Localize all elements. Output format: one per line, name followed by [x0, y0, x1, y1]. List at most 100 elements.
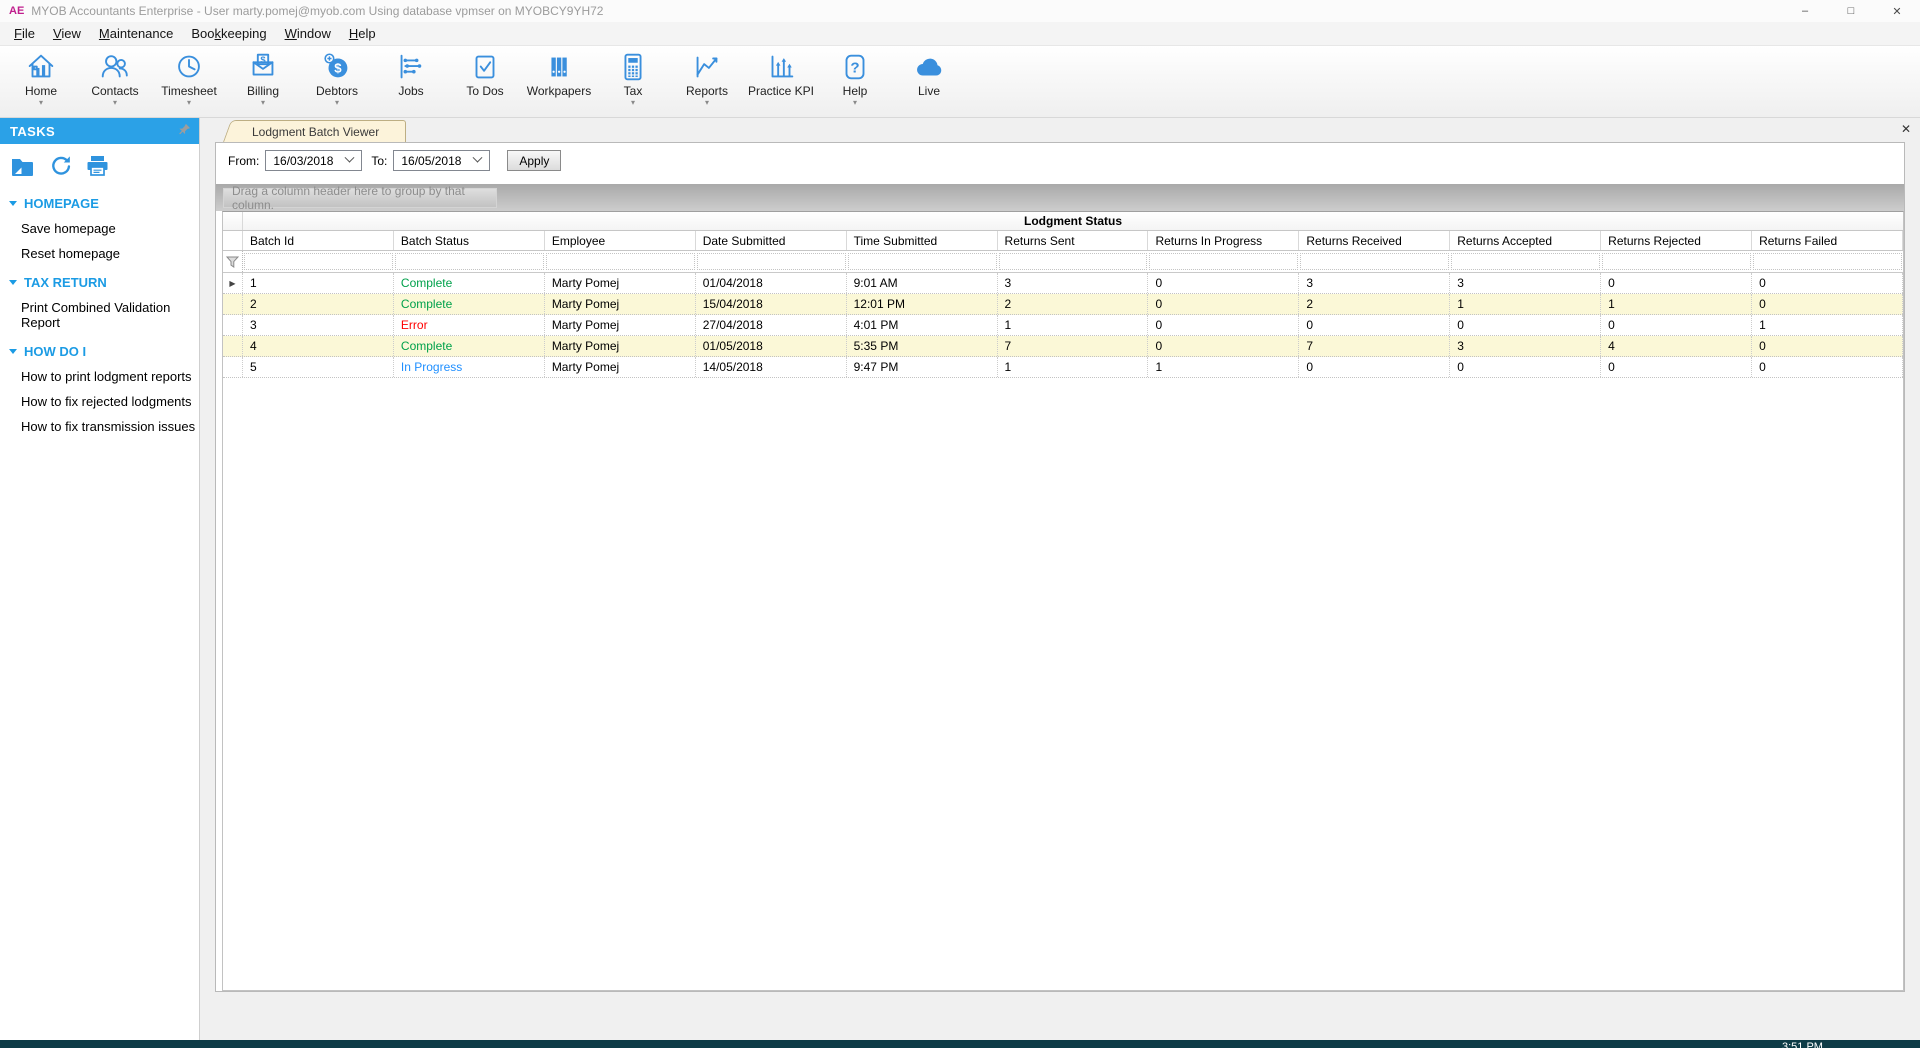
column-header-batch-id[interactable]: Batch Id [243, 231, 394, 250]
filter-cell[interactable] [1300, 253, 1449, 270]
sidebar-section-tax-return[interactable]: TAX RETURN [0, 267, 199, 296]
menu-view[interactable]: View [44, 23, 90, 44]
windows-taskbar[interactable]: 3:51 PM [0, 1040, 1920, 1048]
cell-batch-status: Complete [394, 336, 545, 356]
open-folder-icon[interactable] [10, 154, 35, 182]
sidebar-item-save-homepage[interactable]: Save homepage [0, 217, 199, 242]
toolbar-todos[interactable]: To Dos ▾ [448, 46, 522, 117]
column-header-returns-rejected[interactable]: Returns Rejected [1601, 231, 1752, 250]
refresh-icon[interactable] [48, 154, 72, 182]
clock-text: 3:51 PM [1782, 1041, 1823, 1048]
menu-window[interactable]: Window [276, 23, 340, 44]
section-title: TAX RETURN [24, 275, 107, 290]
column-header-returns-sent[interactable]: Returns Sent [998, 231, 1149, 250]
to-date-dropdown[interactable]: 16/05/2018 [393, 150, 490, 171]
toolbar-live[interactable]: Live ▾ [892, 46, 966, 117]
filter-cell[interactable] [546, 253, 695, 270]
column-header-returns-failed[interactable]: Returns Failed [1752, 231, 1903, 250]
table-row[interactable]: 2 Complete Marty Pomej 15/04/2018 12:01 … [223, 294, 1903, 315]
toolbar-help[interactable]: ? Help ▾ [818, 46, 892, 117]
filter-funnel-icon[interactable] [226, 256, 239, 268]
cell-date-submitted: 01/04/2018 [696, 273, 847, 293]
toolbar-workpapers[interactable]: Workpapers ▾ [522, 46, 596, 117]
menu-bookkeeping[interactable]: Bookkeeping [182, 23, 275, 44]
svg-text:?: ? [850, 60, 859, 77]
column-header-time-submitted[interactable]: Time Submitted [847, 231, 998, 250]
cell-returns-failed: 0 [1752, 273, 1903, 293]
table-row[interactable]: 3 Error Marty Pomej 27/04/2018 4:01 PM 1… [223, 315, 1903, 336]
filter-cell[interactable] [1753, 253, 1902, 270]
cell-employee: Marty Pomej [545, 357, 696, 377]
cell-returns-received: 3 [1299, 273, 1450, 293]
toolbar-billing[interactable]: $ Billing ▾ [226, 46, 300, 117]
filter-cell[interactable] [848, 253, 997, 270]
filter-cell[interactable] [395, 253, 544, 270]
column-header-batch-status[interactable]: Batch Status [394, 231, 545, 250]
help-question-icon: ? [838, 50, 872, 84]
cell-batch-id: 1 [243, 273, 394, 293]
from-date-dropdown[interactable]: 16/03/2018 [265, 150, 362, 171]
row-indicator [223, 336, 243, 356]
toolbar-jobs[interactable]: Jobs ▾ [374, 46, 448, 117]
table-row[interactable]: ▶ 1 Complete Marty Pomej 01/04/2018 9:01… [223, 273, 1903, 294]
column-header-employee[interactable]: Employee [545, 231, 696, 250]
tab-lodgment-batch-viewer[interactable]: Lodgment Batch Viewer [236, 120, 406, 142]
printer-icon[interactable] [85, 154, 110, 182]
toolbar-reports[interactable]: Reports ▾ [670, 46, 744, 117]
group-by-hint[interactable]: Drag a column header here to group by th… [223, 188, 497, 208]
group-by-band: Drag a column header here to group by th… [216, 184, 1904, 211]
filter-cell[interactable] [1149, 253, 1298, 270]
filter-cell[interactable] [244, 253, 393, 270]
column-header-date-submitted[interactable]: Date Submitted [696, 231, 847, 250]
cell-returns-rejected: 1 [1601, 294, 1752, 314]
tab-close-icon[interactable]: ✕ [1901, 123, 1911, 135]
toolbar-label: Tax [624, 84, 643, 98]
toolbar-timesheet[interactable]: Timesheet ▾ [152, 46, 226, 117]
filter-cell[interactable] [999, 253, 1148, 270]
billing-envelope-icon: $ [246, 50, 280, 84]
sidebar-section-homepage[interactable]: HOMEPAGE [0, 188, 199, 217]
filter-cell[interactable] [1602, 253, 1751, 270]
column-header-returns-received[interactable]: Returns Received [1299, 231, 1450, 250]
apply-button[interactable]: Apply [507, 150, 561, 171]
sidebar-item-reset-homepage[interactable]: Reset homepage [0, 242, 199, 267]
toolbar-contacts[interactable]: Contacts ▾ [78, 46, 152, 117]
toolbar-label: Live [918, 84, 940, 98]
column-header-returns-in-progress[interactable]: Returns In Progress [1148, 231, 1299, 250]
practice-kpi-icon [764, 50, 798, 84]
sidebar-section-how-do-i[interactable]: HOW DO I [0, 336, 199, 365]
chevron-down-icon [345, 153, 355, 163]
filter-cell[interactable] [1451, 253, 1600, 270]
pin-icon[interactable] [178, 123, 191, 139]
chevron-down-icon [473, 153, 483, 163]
toolbar-home[interactable]: Home ▾ [4, 46, 78, 117]
collapse-triangle-icon [9, 201, 17, 206]
sidebar-item-how-to-fix-transmission-issues[interactable]: How to fix transmission issues [0, 415, 199, 440]
chevron-down-icon: ▾ [335, 98, 339, 108]
minimize-button[interactable]: – [1782, 0, 1828, 22]
toolbar-tax[interactable]: Tax ▾ [596, 46, 670, 117]
svg-text:$: $ [334, 61, 342, 76]
toolbar-practice-kpi[interactable]: Practice KPI ▾ [744, 46, 818, 117]
table-row[interactable]: 4 Complete Marty Pomej 01/05/2018 5:35 P… [223, 336, 1903, 357]
menu-help[interactable]: Help [340, 23, 385, 44]
menu-maintenance[interactable]: Maintenance [90, 23, 182, 44]
toolbar-debtors[interactable]: $ Debtors ▾ [300, 46, 374, 117]
cell-employee: Marty Pomej [545, 315, 696, 335]
menu-file[interactable]: File [5, 23, 44, 44]
toolbar-label: Help [843, 84, 868, 98]
chevron-down-icon: ▾ [631, 98, 635, 108]
maximize-button[interactable]: □ [1828, 0, 1874, 22]
close-button[interactable]: ✕ [1874, 0, 1920, 22]
column-header-returns-accepted[interactable]: Returns Accepted [1450, 231, 1601, 250]
section-title: HOW DO I [24, 344, 86, 359]
toolbar-label: Reports [686, 84, 728, 98]
sidebar-item-how-to-fix-rejected-lodgments[interactable]: How to fix rejected lodgments [0, 390, 199, 415]
sidebar-item-how-to-print-lodgment-reports[interactable]: How to print lodgment reports [0, 365, 199, 390]
sidebar-item-print-combined-validation-report[interactable]: Print Combined Validation Report [0, 296, 199, 336]
toolbar-label: To Dos [466, 84, 503, 98]
filter-cell[interactable] [697, 253, 846, 270]
table-row[interactable]: 5 In Progress Marty Pomej 14/05/2018 9:4… [223, 357, 1903, 378]
cell-date-submitted: 15/04/2018 [696, 294, 847, 314]
grid-empty-area [223, 378, 1903, 990]
